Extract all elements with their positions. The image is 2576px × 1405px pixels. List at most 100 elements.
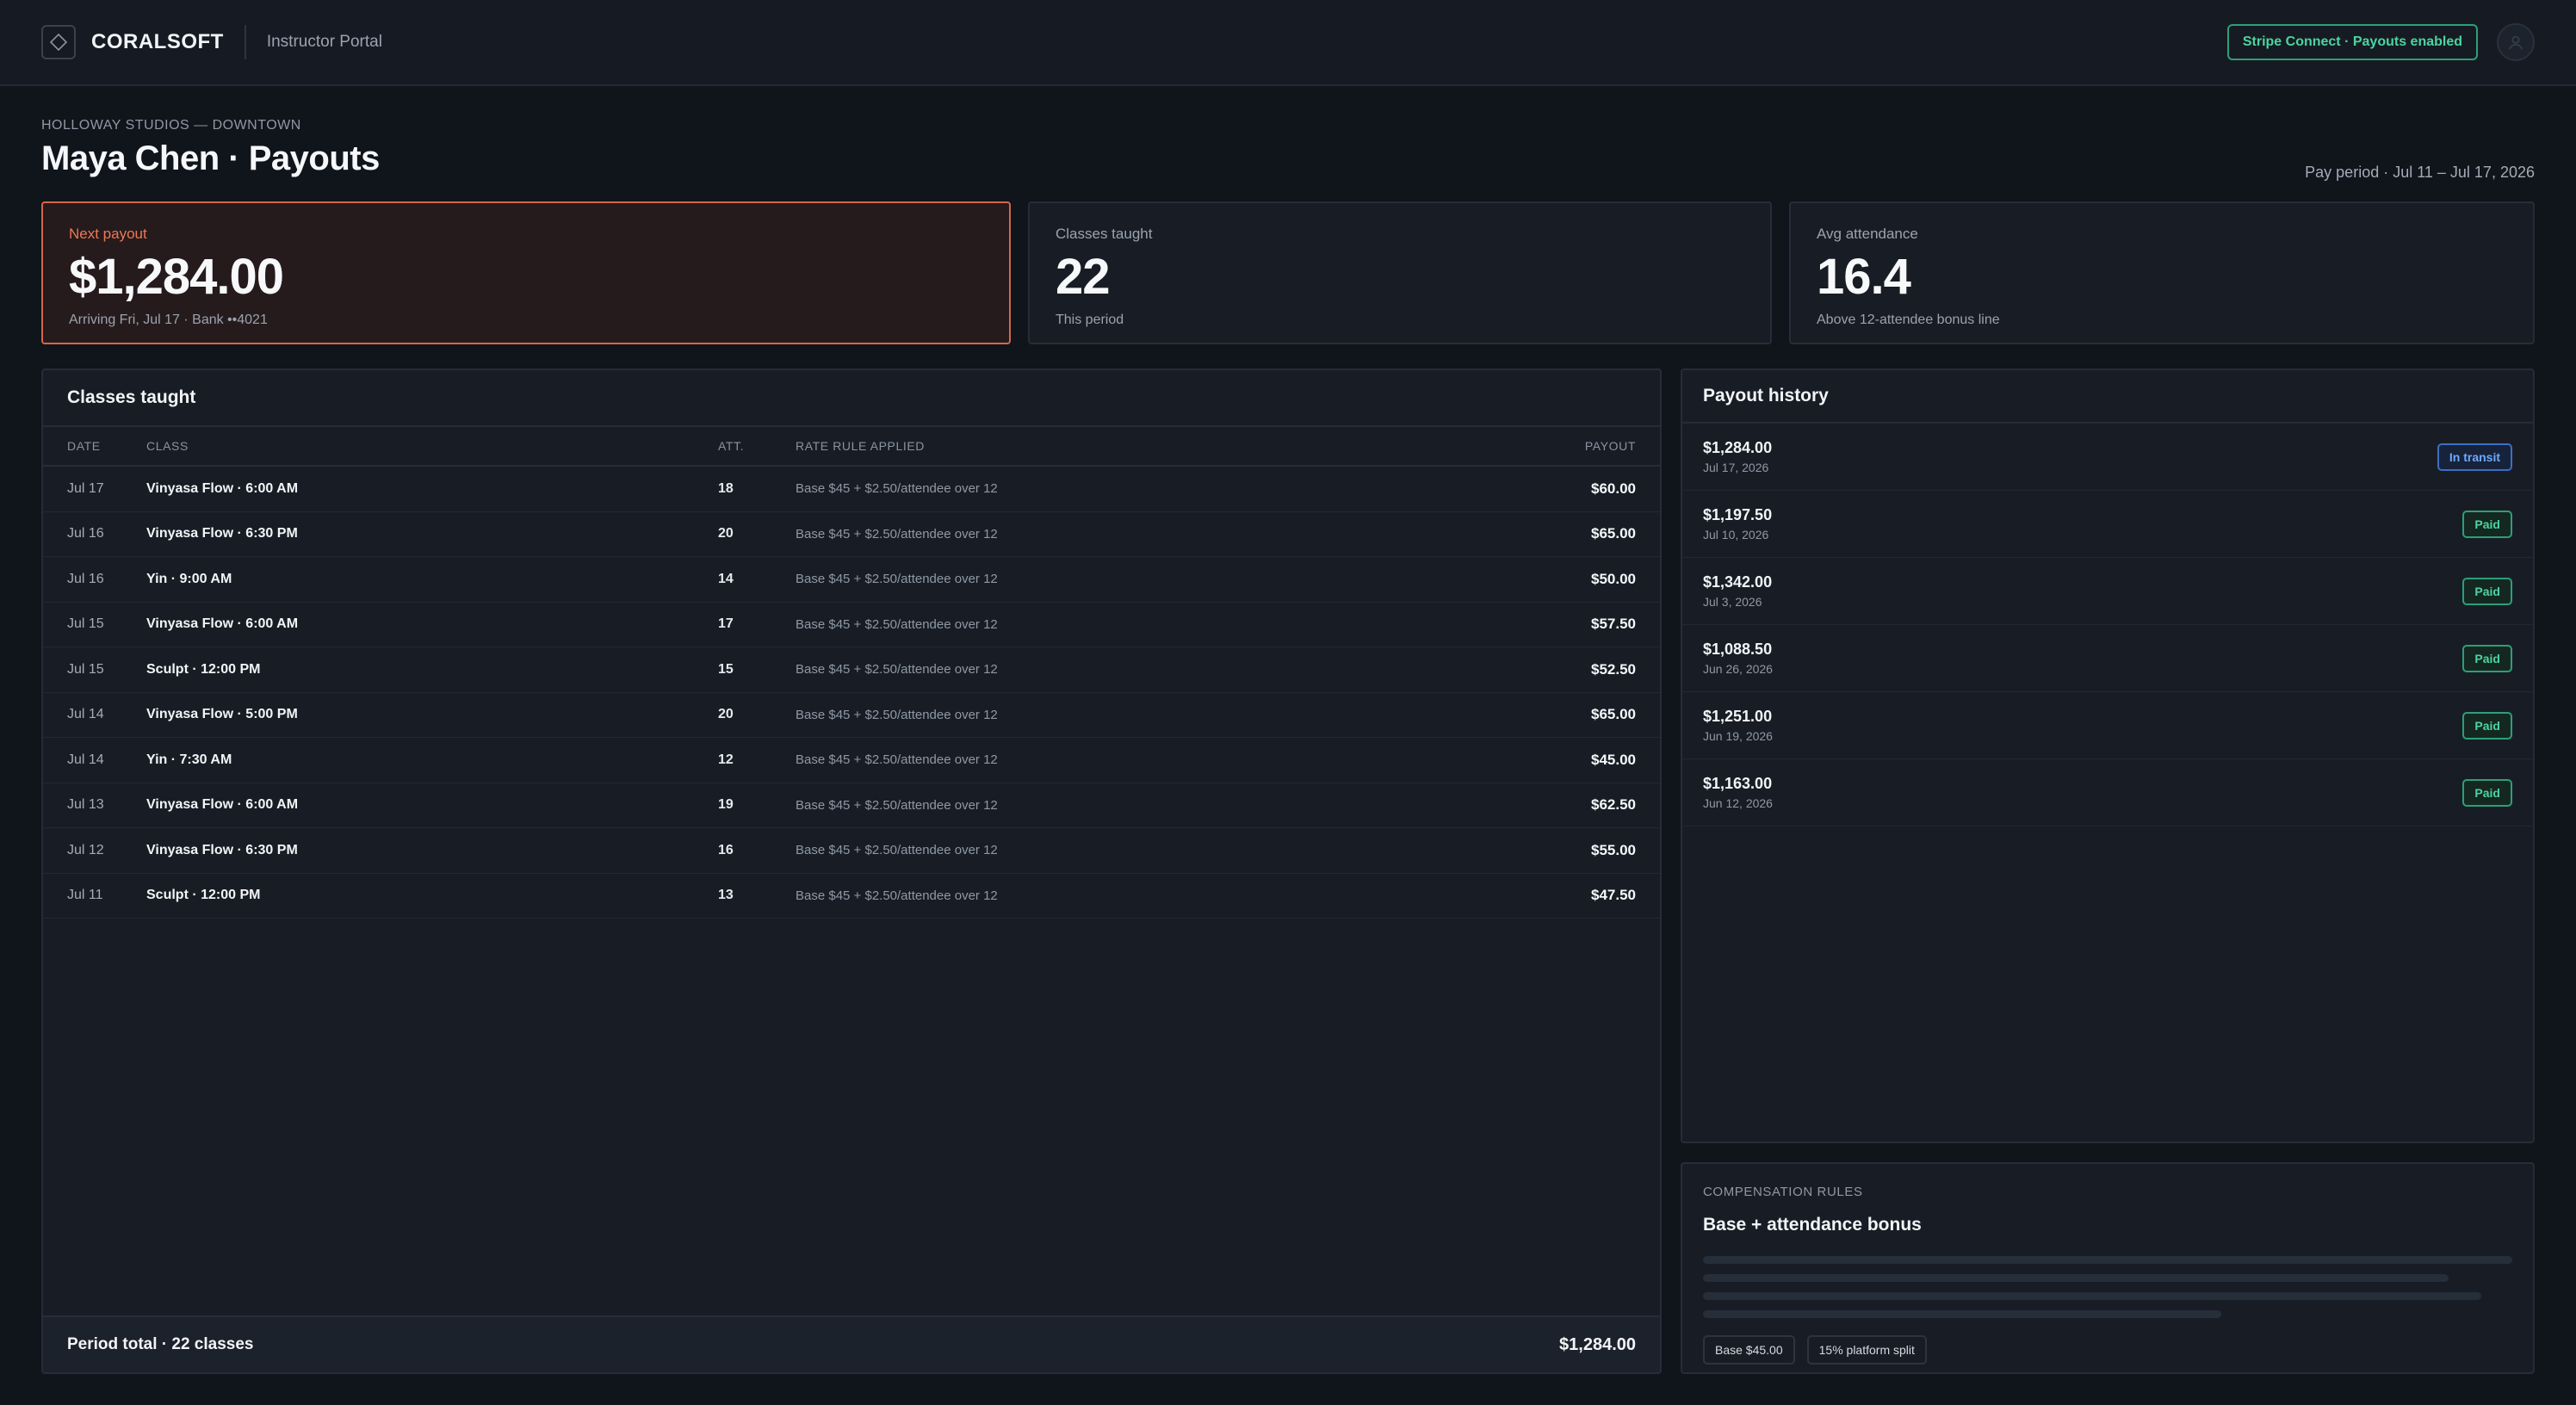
row-attendance: 19 xyxy=(718,797,734,813)
col-rate-rule[interactable]: RATE RULE APPLIED xyxy=(796,439,1488,453)
compensation-title: Base + attendance bonus xyxy=(1703,1215,1922,1235)
row-rate-rule: Base $45 + $2.50/attendee over 12 xyxy=(796,662,998,678)
row-class: Vinyasa Flow · 6:30 PM xyxy=(146,842,298,857)
table-row[interactable]: Jul 17 Vinyasa Flow · 6:00 AM 18 Base $4… xyxy=(43,467,1660,512)
payout-history-header: Payout history xyxy=(1682,370,2533,424)
payout-amount: $1,251.00 xyxy=(1703,708,1773,725)
classes-taught-card: Classes taught 22 This period xyxy=(1028,201,1772,344)
row-attendance: 13 xyxy=(718,888,734,903)
next-payout-label: Next payout xyxy=(69,226,147,242)
row-class: Vinyasa Flow · 6:30 PM xyxy=(146,526,298,542)
row-class: Vinyasa Flow · 6:00 AM xyxy=(146,480,299,496)
next-payout-card: Next payout $1,284.00 Arriving Fri, Jul … xyxy=(41,201,1011,344)
status-badge: Paid xyxy=(2462,510,2512,538)
row-attendance: 15 xyxy=(718,661,734,677)
table-header: DATE CLASS ATT. RATE RULE APPLIED PAYOUT xyxy=(43,427,1660,467)
row-rate-rule: Base $45 + $2.50/attendee over 12 xyxy=(796,752,998,768)
row-attendance: 18 xyxy=(718,480,734,496)
row-rate-rule: Base $45 + $2.50/attendee over 12 xyxy=(796,616,998,632)
row-payout: $50.00 xyxy=(1591,570,1636,587)
skeleton-line xyxy=(1703,1274,2449,1282)
status-badge: Paid xyxy=(2462,577,2512,605)
row-rate-rule: Base $45 + $2.50/attendee over 12 xyxy=(796,707,998,722)
row-payout: $45.00 xyxy=(1591,751,1636,768)
payout-history-item[interactable]: $1,251.00 Jun 19, 2026 Paid xyxy=(1682,692,2533,759)
classes-taught-value: 22 xyxy=(1056,249,1111,305)
skeleton-line xyxy=(1703,1256,2512,1264)
payout-amount: $1,342.00 xyxy=(1703,573,1773,591)
table-row[interactable]: Jul 16 Vinyasa Flow · 6:30 PM 20 Base $4… xyxy=(43,512,1660,557)
table-row[interactable]: Jul 14 Vinyasa Flow · 5:00 PM 20 Base $4… xyxy=(43,693,1660,738)
row-attendance: 20 xyxy=(718,526,734,542)
row-class: Vinyasa Flow · 6:00 AM xyxy=(146,616,299,632)
compensation-chips: Base $45.00 15% platform split xyxy=(1703,1335,2512,1365)
top-bar: CORALSOFT Instructor Portal Stripe Conne… xyxy=(0,0,2576,86)
row-class: Sculpt · 12:00 PM xyxy=(146,888,261,903)
row-payout: $65.00 xyxy=(1591,525,1636,542)
brand-name: CORALSOFT xyxy=(91,30,224,53)
table-row[interactable]: Jul 16 Yin · 9:00 AM 14 Base $45 + $2.50… xyxy=(43,557,1660,603)
pay-period[interactable]: Pay period · Jul 11 – Jul 17, 2026 xyxy=(2305,164,2535,182)
row-date: Jul 13 xyxy=(67,797,104,813)
table-row[interactable]: Jul 11 Sculpt · 12:00 PM 13 Base $45 + $… xyxy=(43,874,1660,919)
row-attendance: 12 xyxy=(718,752,734,767)
payout-history-item[interactable]: $1,342.00 Jul 3, 2026 Paid xyxy=(1682,558,2533,625)
row-date: Jul 11 xyxy=(67,888,103,903)
row-class: Yin · 7:30 AM xyxy=(146,752,232,767)
page-title: Maya Chen · Payouts xyxy=(41,139,380,177)
next-payout-sub: Arriving Fri, Jul 17 · Bank ••4021 xyxy=(69,312,268,327)
period-total-label: Period total · 22 classes xyxy=(67,1335,254,1353)
col-class[interactable]: CLASS xyxy=(146,439,718,453)
payout-history-item[interactable]: $1,284.00 Jul 17, 2026 In transit xyxy=(1682,424,2533,491)
row-date: Jul 14 xyxy=(67,707,104,722)
payout-date: Jul 3, 2026 xyxy=(1703,595,1762,609)
payout-amount: $1,088.50 xyxy=(1703,641,1773,658)
table-row[interactable]: Jul 15 Sculpt · 12:00 PM 15 Base $45 + $… xyxy=(43,647,1660,693)
row-rate-rule: Base $45 + $2.50/attendee over 12 xyxy=(796,526,998,542)
table-row[interactable]: Jul 12 Vinyasa Flow · 6:30 PM 16 Base $4… xyxy=(43,828,1660,874)
status-badge: Paid xyxy=(2462,778,2512,807)
classes-panel-title: Classes taught xyxy=(67,387,196,407)
row-payout: $62.50 xyxy=(1591,796,1636,814)
avatar[interactable] xyxy=(2497,23,2535,61)
user-icon xyxy=(2509,35,2523,50)
col-payout[interactable]: PAYOUT xyxy=(1488,439,1660,453)
row-payout: $52.50 xyxy=(1591,660,1636,678)
header-divider xyxy=(244,25,246,59)
skeleton-line xyxy=(1703,1292,2481,1300)
col-attendance[interactable]: ATT. xyxy=(718,439,796,453)
table-row[interactable]: Jul 13 Vinyasa Flow · 6:00 AM 19 Base $4… xyxy=(43,783,1660,828)
row-class: Vinyasa Flow · 6:00 AM xyxy=(146,797,299,813)
avg-attendance-sub: Above 12-attendee bonus line xyxy=(1817,312,2000,327)
col-date[interactable]: DATE xyxy=(43,439,146,453)
row-date: Jul 16 xyxy=(67,526,104,542)
payout-history-item[interactable]: $1,088.50 Jun 26, 2026 Paid xyxy=(1682,625,2533,692)
payout-history-item[interactable]: $1,163.00 Jun 12, 2026 Paid xyxy=(1682,759,2533,826)
classes-panel-header: Classes taught xyxy=(43,370,1660,427)
row-attendance: 17 xyxy=(718,616,734,632)
row-payout: $55.00 xyxy=(1591,841,1636,858)
classes-panel: Classes taught DATE CLASS ATT. RATE RULE… xyxy=(41,368,1662,1374)
payout-history-item[interactable]: $1,197.50 Jul 10, 2026 Paid xyxy=(1682,491,2533,558)
row-date: Jul 14 xyxy=(67,752,104,767)
base-rate-chip[interactable]: Base $45.00 xyxy=(1703,1335,1795,1365)
payout-date: Jul 17, 2026 xyxy=(1703,461,1769,474)
row-class: Vinyasa Flow · 5:00 PM xyxy=(146,707,298,722)
row-payout: $60.00 xyxy=(1591,480,1636,497)
stripe-status-badge[interactable]: Stripe Connect · Payouts enabled xyxy=(2226,24,2478,60)
period-total-amount: $1,284.00 xyxy=(1559,1334,1636,1354)
table-row[interactable]: Jul 15 Vinyasa Flow · 6:00 AM 17 Base $4… xyxy=(43,603,1660,647)
logo-icon[interactable] xyxy=(41,25,76,59)
platform-split-chip[interactable]: 15% platform split xyxy=(1806,1335,1927,1365)
table-row[interactable]: Jul 14 Yin · 7:30 AM 12 Base $45 + $2.50… xyxy=(43,738,1660,783)
row-class: Sculpt · 12:00 PM xyxy=(146,661,261,677)
classes-taught-label: Classes taught xyxy=(1056,226,1153,242)
row-payout: $65.00 xyxy=(1591,706,1636,723)
studio-name: HOLLOWAY STUDIOS — DOWNTOWN xyxy=(41,118,301,133)
payout-history-title: Payout history xyxy=(1703,386,1829,405)
compensation-eyebrow: COMPENSATION RULES xyxy=(1703,1185,1863,1199)
row-rate-rule: Base $45 + $2.50/attendee over 12 xyxy=(796,888,998,903)
compensation-rules-panel: COMPENSATION RULES Base + attendance bon… xyxy=(1681,1162,2535,1374)
payout-date: Jun 19, 2026 xyxy=(1703,729,1773,743)
payout-amount: $1,284.00 xyxy=(1703,439,1773,456)
